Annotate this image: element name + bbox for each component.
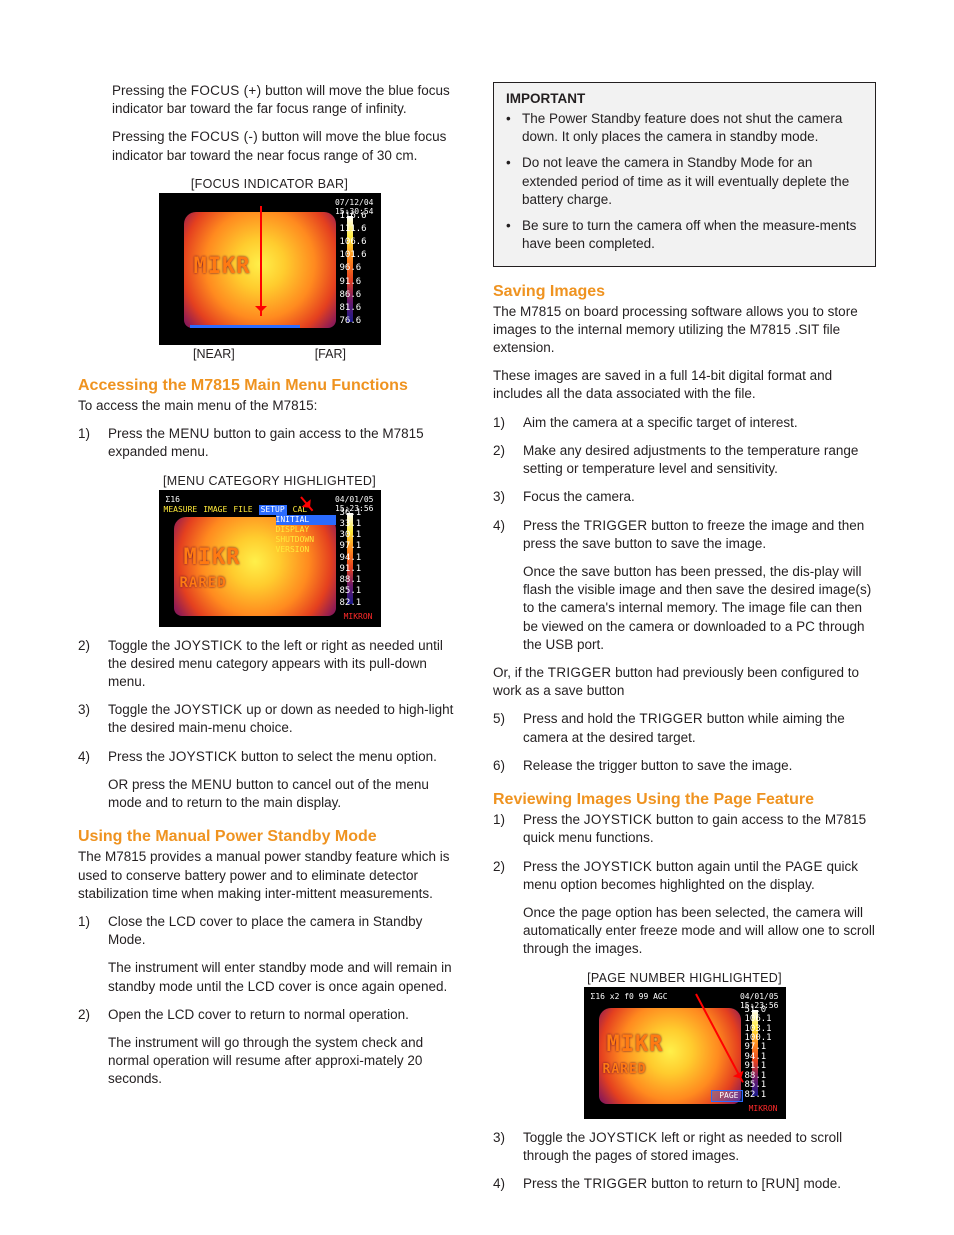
- standby-steps: 1)Close the LCD cover to place the camer…: [78, 913, 461, 949]
- important-box: IMPORTANT The Power Standby feature does…: [493, 82, 876, 267]
- important-heading: IMPORTANT: [506, 91, 863, 106]
- main-menu-steps: 1)Press the MENU button to gain access t…: [78, 425, 461, 461]
- focus-minus-para: Pressing the FOCUS (-) button will move …: [112, 128, 461, 164]
- list-item: 4)Press the TRIGGER button to return to …: [493, 1175, 876, 1193]
- status-overlay: Σ16: [166, 495, 180, 504]
- figure-page-highlight: [PAGE NUMBER HIGHLIGHTED] MIKR RARED Σ16…: [493, 969, 876, 1119]
- list-item: 1)Press the JOYSTICK button to gain acce…: [493, 811, 876, 847]
- figure-caption: [PAGE NUMBER HIGHLIGHTED]: [587, 971, 782, 985]
- near-far-labels: [NEAR][FAR]: [193, 347, 346, 361]
- palette-values: 36.133.130.197.194.191.188.185.182.1: [340, 509, 376, 608]
- mikron-badge: MIKRON: [746, 1103, 781, 1114]
- saving-p1: The M7815 on board processing software a…: [493, 303, 876, 358]
- arrow-indicator: [260, 206, 262, 316]
- focus-minus-label: FOCUS (-): [191, 129, 258, 144]
- list-item: 1)Aim the camera at a specific target of…: [493, 414, 876, 432]
- list-item: 2)Toggle the JOYSTICK to the left or rig…: [78, 637, 461, 692]
- list-item: 2)Open the LCD cover to return to normal…: [78, 1006, 461, 1024]
- standby-steps-cont: 2)Open the LCD cover to return to normal…: [78, 1006, 461, 1024]
- list-item: 6)Release the trigger button to save the…: [493, 757, 876, 775]
- review-steps-cont: 3)Toggle the JOYSTICK left or right as n…: [493, 1129, 876, 1194]
- figure-caption: [FOCUS INDICATOR BAR]: [191, 177, 348, 191]
- standby-sub1: The instrument will enter standby mode a…: [108, 959, 461, 995]
- heading-standby: Using the Manual Power Standby Mode: [78, 828, 461, 846]
- main-menu-steps-cont: 2)Toggle the JOYSTICK to the left or rig…: [78, 637, 461, 766]
- list-item: 4)Press the JOYSTICK button to select th…: [78, 748, 461, 766]
- brand-overlay: MIKR: [194, 254, 251, 279]
- list-item: 3)Focus the camera.: [493, 488, 876, 506]
- palette-values: 51.0106.1103.1100.197.194.191.188.185.18…: [745, 1006, 781, 1100]
- page-label: PAGE: [719, 1091, 738, 1100]
- date-overlay: 07/12/0415:30:54: [335, 198, 374, 216]
- brand2-overlay: RARED: [603, 1062, 647, 1077]
- standby-intro: The M7815 provides a manual power standb…: [78, 848, 461, 903]
- list-item: 2)Make any desired adjustments to the te…: [493, 442, 876, 478]
- list-item: 1)Close the LCD cover to place the camer…: [78, 913, 461, 949]
- review-sub2: Once the page option has been selected, …: [523, 904, 876, 959]
- main-menu-intro: To access the main menu of the M7815:: [78, 397, 461, 415]
- heading-saving: Saving Images: [493, 283, 876, 301]
- status-overlay: Σ16 x2 f0 99 AGC: [591, 992, 668, 1001]
- review-steps: 1)Press the JOYSTICK button to gain acce…: [493, 811, 876, 894]
- step4-sub: OR press the MENU button to cancel out o…: [108, 776, 461, 812]
- list-item: 3)Toggle the JOYSTICK left or right as n…: [493, 1129, 876, 1165]
- list-item: 3)Toggle the JOYSTICK up or down as need…: [78, 701, 461, 737]
- left-column: Pressing the FOCUS (+) button will move …: [78, 82, 461, 1175]
- saving-steps-cont: 5)Press and hold the TRIGGER button whil…: [493, 710, 876, 775]
- important-item: Do not leave the camera in Standby Mode …: [506, 154, 863, 209]
- figure-menu-highlight: [MENU CATEGORY HIGHLIGHTED] MIKR RARED Σ…: [78, 472, 461, 627]
- submenu: INITIALDISPLAYSHUTDOWNVERSION: [276, 515, 336, 555]
- thermal-image-2: MIKR RARED Σ16 04/01/0515:23:56 MEASUREI…: [159, 490, 381, 627]
- focus-plus-para: Pressing the FOCUS (+) button will move …: [112, 82, 461, 118]
- or-config: Or, if the TRIGGER button had previously…: [493, 664, 876, 700]
- focus-plus-label: FOCUS (+): [191, 83, 262, 98]
- brand-overlay: MIKR: [607, 1032, 664, 1057]
- heading-review: Reviewing Images Using the Page Feature: [493, 791, 876, 809]
- list-item: 5)Press and hold the TRIGGER button whil…: [493, 710, 876, 746]
- brand-overlay: MIKR: [184, 545, 241, 570]
- saving-sub4: Once the save button has been pressed, t…: [523, 563, 876, 654]
- figure-caption: [MENU CATEGORY HIGHLIGHTED]: [163, 474, 376, 488]
- brand2-overlay: RARED: [180, 575, 227, 591]
- focus-bar: [190, 325, 300, 328]
- figure-focus-indicator: [FOCUS INDICATOR BAR] MIKR 116.6111.6106…: [78, 175, 461, 361]
- thermal-image-3: MIKR RARED Σ16 x2 f0 99 AGC 04/01/0515:2…: [584, 987, 786, 1119]
- list-item: 2)Press the JOYSTICK button again until …: [493, 858, 876, 894]
- list-item: 1)Press the MENU button to gain access t…: [78, 425, 461, 461]
- important-item: Be sure to turn the camera off when the …: [506, 217, 863, 253]
- list-item: 4)Press the TRIGGER button to freeze the…: [493, 517, 876, 553]
- mikron-badge: MIKRON: [341, 611, 376, 622]
- saving-steps: 1)Aim the camera at a specific target of…: [493, 414, 876, 553]
- heading-main-menu: Accessing the M7815 Main Menu Functions: [78, 377, 461, 395]
- saving-p2: These images are saved in a full 14-bit …: [493, 367, 876, 403]
- standby-sub2: The instrument will go through the syste…: [108, 1034, 461, 1089]
- palette-values: 116.6111.6106.6101.696.691.686.681.676.6: [340, 212, 376, 326]
- right-column: IMPORTANT The Power Standby feature does…: [493, 82, 876, 1175]
- thermal-image-1: MIKR 116.6111.6106.6101.696.691.686.681.…: [159, 193, 381, 345]
- important-item: The Power Standby feature does not shut …: [506, 110, 863, 146]
